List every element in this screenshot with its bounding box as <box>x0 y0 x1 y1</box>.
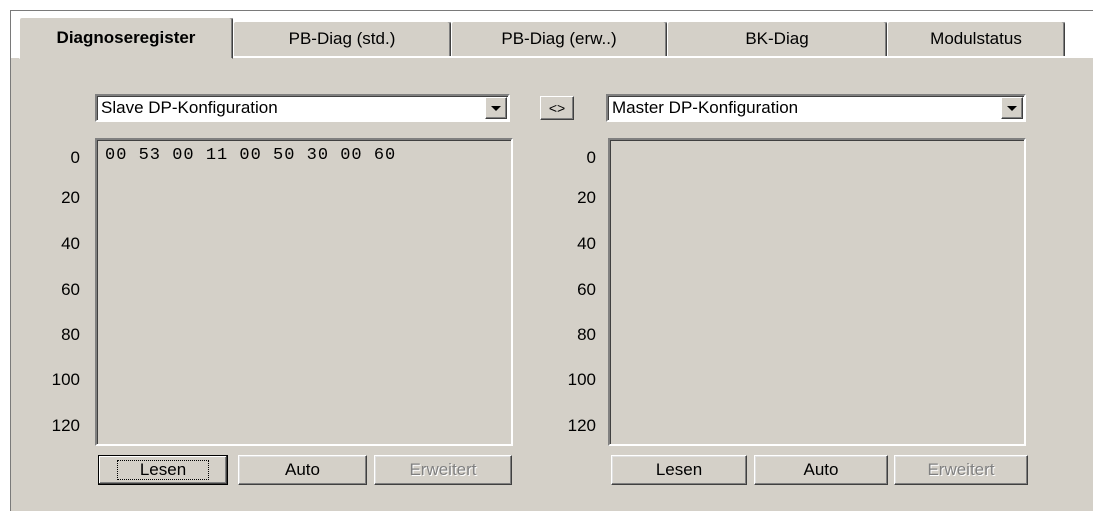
tab-diagnoseregister[interactable]: Diagnoseregister <box>19 17 233 59</box>
slave-read-label: Lesen <box>116 460 210 480</box>
master-data-area[interactable] <box>608 138 1026 446</box>
master-config-select[interactable]: Master DP-Konfiguration <box>606 94 1026 122</box>
row-label: 40 <box>61 234 80 253</box>
row-label: 60 <box>577 280 596 299</box>
chevron-down-icon[interactable] <box>485 97 507 119</box>
row-label: 0 <box>70 148 80 167</box>
slave-config-value: Slave DP-Konfiguration <box>101 98 278 117</box>
slave-data-area[interactable]: 00 53 00 11 00 50 30 00 60 <box>95 138 513 446</box>
row-label: 0 <box>586 148 596 167</box>
row-label: 120 <box>567 416 596 435</box>
slave-read-button[interactable]: Lesen <box>98 455 228 485</box>
row-label: 120 <box>51 416 80 435</box>
slave-config-select[interactable]: Slave DP-Konfiguration <box>95 94 510 122</box>
row-label: 100 <box>567 370 596 389</box>
row-label: 20 <box>577 188 596 207</box>
master-extended-button: Erweitert <box>894 455 1028 485</box>
row-label: 60 <box>61 280 80 299</box>
swap-button[interactable]: <> <box>540 96 574 120</box>
master-config-value: Master DP-Konfiguration <box>612 98 799 117</box>
row-label: 100 <box>51 370 80 389</box>
master-read-button[interactable]: Lesen <box>611 455 747 485</box>
tab-bk-diag[interactable]: BK-Diag <box>667 21 887 56</box>
tab-pb-diag-erw[interactable]: PB-Diag (erw..) <box>451 21 667 56</box>
slave-auto-button[interactable]: Auto <box>238 455 367 485</box>
tab-modulstatus[interactable]: Modulstatus <box>887 21 1065 56</box>
master-auto-button[interactable]: Auto <box>754 455 888 485</box>
slave-hex-data: 00 53 00 11 00 50 30 00 60 <box>105 146 397 165</box>
row-label: 80 <box>577 325 596 344</box>
row-label: 20 <box>61 188 80 207</box>
row-label: 80 <box>61 325 80 344</box>
slave-extended-button: Erweitert <box>374 455 512 485</box>
row-label: 40 <box>577 234 596 253</box>
tab-pb-diag-std[interactable]: PB-Diag (std.) <box>233 21 451 56</box>
chevron-down-icon[interactable] <box>1001 97 1023 119</box>
